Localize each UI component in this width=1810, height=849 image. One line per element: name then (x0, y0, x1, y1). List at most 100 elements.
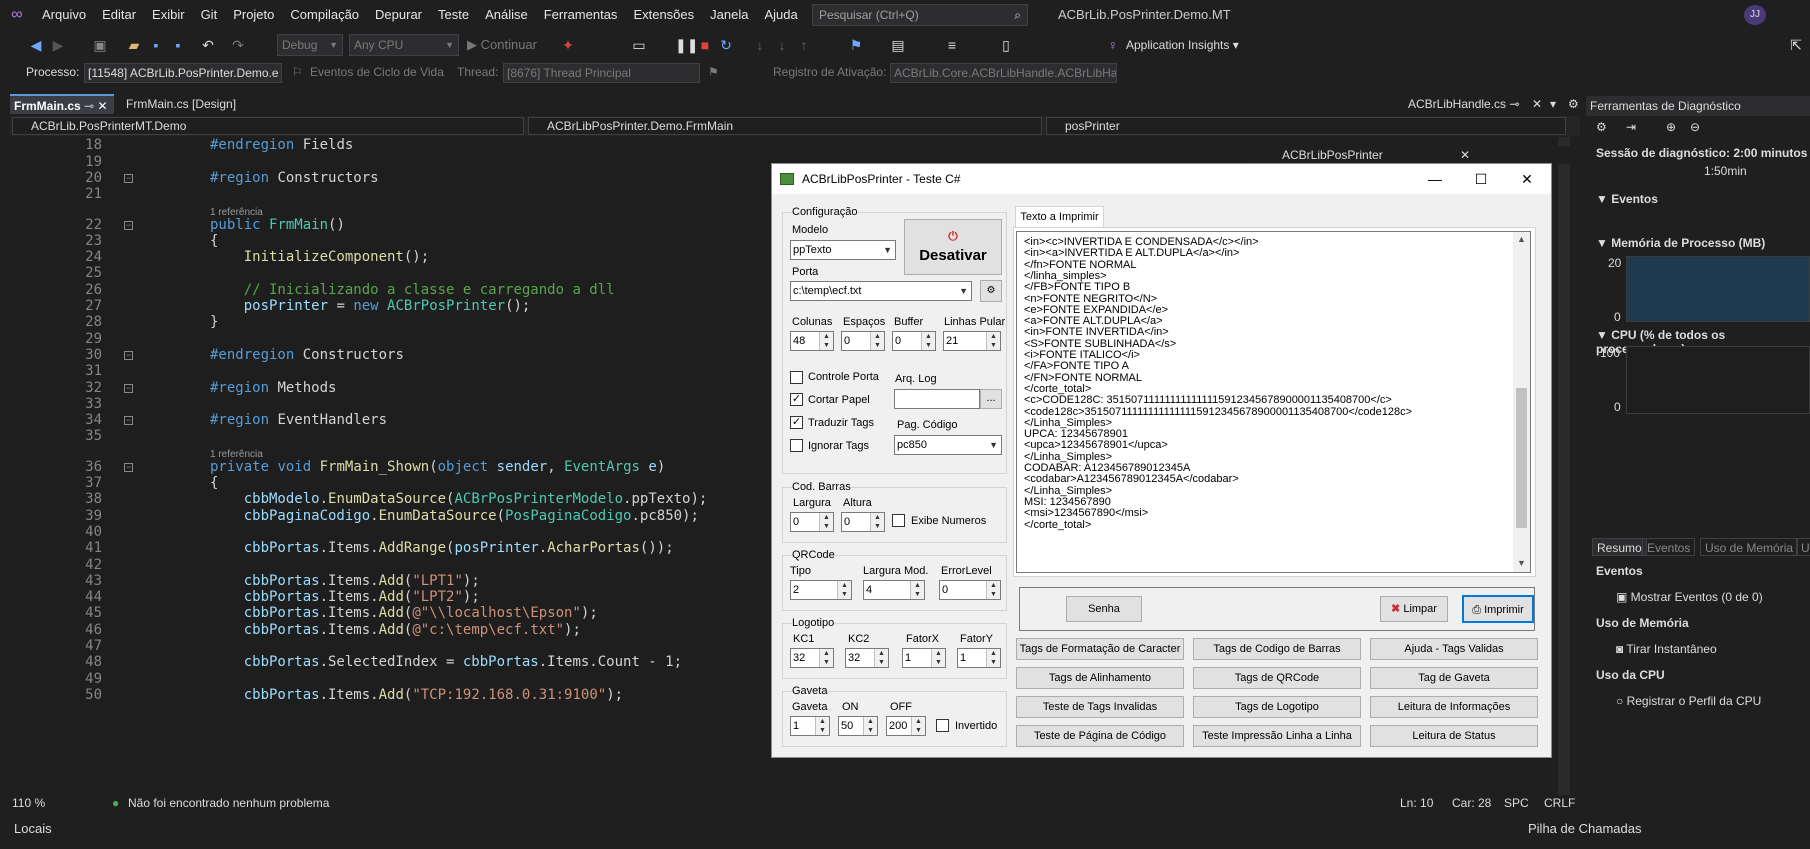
fold-toggle-icon[interactable]: − (124, 220, 133, 230)
memory-chart[interactable] (1626, 256, 1810, 322)
chevron-down-icon[interactable]: ▼ (1517, 558, 1526, 568)
tab-acbrlibhandle[interactable]: ACBrLibHandle.cs ⊸ (1404, 94, 1523, 114)
code-line[interactable]: #region EventHandlers (210, 412, 387, 428)
menu-item[interactable]: Exibir (144, 0, 193, 30)
process-dropdown[interactable]: [11548] ACBrLib.PosPrinter.Demo.e (84, 63, 282, 83)
fold-toggle-icon[interactable]: − (124, 350, 133, 360)
on-spinner[interactable]: 50 ▲ ▼ (838, 716, 878, 736)
menu-item[interactable]: Compilação (282, 0, 367, 30)
buffer-spinner[interactable]: 0 ▲ ▼ (892, 331, 936, 351)
tag-button[interactable]: Teste de Página de Código (1016, 725, 1184, 747)
menu-item[interactable]: Editar (94, 0, 144, 30)
fold-toggle-icon[interactable]: − (124, 383, 133, 393)
lifecycle-label[interactable]: Eventos de Ciclo de Vida (310, 65, 444, 79)
app-insights-button[interactable]: Application Insights ▾ (1126, 34, 1266, 56)
fold-toggle-icon[interactable]: − (124, 416, 133, 426)
config-dropdown[interactable]: Debug ▼ (277, 34, 343, 56)
cortar-papel-checkbox[interactable]: ✓ (790, 393, 803, 406)
code-line[interactable]: cbbPortas.SelectedIndex = cbbPortas.Item… (210, 654, 682, 670)
visual-studio-logo-icon[interactable]: ∞ (0, 0, 34, 30)
code-line[interactable]: { (210, 475, 218, 491)
user-avatar[interactable]: JJ (1744, 5, 1766, 25)
tab-more[interactable]: U (1796, 538, 1810, 556)
zoom-level[interactable]: 110 % (12, 796, 45, 810)
code-line[interactable]: #endregion Fields (210, 137, 353, 153)
class-dropdown[interactable]: ACBrLibPosPrinter.Demo.FrmMain (528, 117, 1042, 135)
show-events-link[interactable]: ▣ Mostrar Eventos (0 de 0) (1616, 590, 1763, 604)
zoom-out-icon[interactable]: ⊖ (1690, 120, 1700, 134)
chevron-down-icon[interactable]: ▾ (1546, 94, 1560, 114)
activation-dropdown[interactable]: ACBrLib.Core.ACBrLibHandle.ACBrLibHar (890, 63, 1117, 83)
back-icon[interactable]: ◀ (26, 34, 46, 56)
code-line[interactable]: #region Methods (210, 380, 336, 396)
screen-icon[interactable]: ▭ (629, 34, 649, 56)
porta-combo[interactable]: c:\temp\ecf.txt ▼ (790, 281, 972, 301)
align-icon[interactable]: ≡ (942, 34, 962, 56)
maximize-icon[interactable]: ☐ (1458, 164, 1504, 194)
ignorar-tags-checkbox[interactable] (790, 439, 803, 452)
menu-item[interactable]: Ajuda (756, 0, 805, 30)
export-icon[interactable]: ⇥ (1626, 120, 1636, 134)
spin-arrows-icon[interactable]: ▲ ▼ (870, 332, 884, 350)
code-line[interactable]: cbbPortas.Items.Add(@"c:\temp\ecf.txt"); (210, 622, 581, 638)
pag-codigo-combo[interactable]: pc850 ▼ (894, 435, 1002, 455)
kc1-spinner[interactable]: 32 ▲ ▼ (790, 648, 834, 668)
qrcode-tipo-spinner[interactable]: 2 ▲ ▼ (790, 580, 852, 600)
tag-button[interactable]: Leitura de Status (1370, 725, 1538, 747)
tag-button[interactable]: Tags de Alinhamento (1016, 667, 1184, 689)
new-project-icon[interactable]: ▣ (90, 34, 110, 56)
minimize-icon[interactable]: — (1412, 164, 1458, 194)
menu-item[interactable]: Git (193, 0, 226, 30)
forward-icon[interactable]: ▶ (48, 34, 68, 56)
text-to-print-area[interactable]: <in><c>INVERTIDA E CONDENSADA</c></in> <i… (1016, 231, 1531, 573)
menu-item[interactable]: Teste (430, 0, 477, 30)
tag-button[interactable]: Tags de Logotipo (1193, 696, 1361, 718)
problems-status[interactable]: Não foi encontrado nenhum problema (128, 796, 329, 810)
code-line[interactable]: // Inicializando a classe e carregando a… (210, 282, 615, 298)
spin-arrows-icon[interactable]: ▲ ▼ (819, 332, 833, 350)
code-line[interactable]: cbbModelo.EnumDataSource(ACBrPosPrinterM… (210, 491, 708, 507)
spin-arrows-icon[interactable]: ▲ ▼ (986, 581, 1000, 599)
imprimir-button[interactable]: ⎙ Imprimir (1462, 595, 1534, 623)
altura-spinner[interactable]: 0 ▲ ▼ (841, 512, 885, 532)
modelo-combo[interactable]: ppTexto ▼ (790, 240, 896, 260)
limpar-button[interactable]: ✖ Limpar (1380, 596, 1448, 622)
fold-toggle-icon[interactable]: − (124, 462, 133, 472)
close-icon[interactable]: ✕ (1528, 94, 1546, 114)
controle-porta-checkbox[interactable] (790, 371, 803, 384)
gaveta-spinner[interactable]: 1 ▲ ▼ (790, 716, 830, 736)
tag-button[interactable]: Tags de QRCode (1193, 667, 1361, 689)
code-line[interactable]: #endregion Constructors (210, 347, 404, 363)
port-settings-button[interactable]: ⚙ (980, 280, 1002, 302)
tab-memory-usage[interactable]: Uso de Memória (1700, 538, 1799, 556)
settings-icon[interactable]: ⚙ (1596, 120, 1616, 134)
gear-icon[interactable]: ⚙ (1564, 94, 1583, 114)
scroll-thumb[interactable] (1516, 388, 1527, 528)
tab-events[interactable]: Eventos (1642, 538, 1696, 556)
project-dropdown[interactable]: ACBrLib.PosPrinterMT.Demo (12, 117, 524, 135)
menu-item[interactable]: Janela (702, 0, 756, 30)
colunas-spinner[interactable]: 48 ▲ ▼ (790, 331, 834, 351)
snapshot-link[interactable]: ◙ Tirar Instantâneo (1616, 642, 1717, 656)
code-line[interactable]: cbbPaginaCodigo.EnumDataSource(PosPagina… (210, 508, 699, 524)
spin-arrows-icon[interactable]: ▲ ▼ (931, 649, 945, 667)
fatory-spinner[interactable]: 1 ▲ ▼ (957, 648, 1001, 668)
off-spinner[interactable]: 200 ▲ ▼ (886, 716, 926, 736)
flag-icon[interactable]: ⚑ (708, 65, 719, 79)
code-line[interactable]: { (210, 233, 218, 249)
code-line[interactable]: } (210, 314, 218, 330)
menu-item[interactable]: Projeto (225, 0, 282, 30)
lightbulb-icon[interactable]: ♀ (1103, 34, 1123, 56)
spin-arrows-icon[interactable]: ▲ ▼ (874, 649, 888, 667)
spin-arrows-icon[interactable]: ▲ ▼ (910, 581, 924, 599)
code-line[interactable]: cbbPortas.Items.Add(@"\\localhost\Epson"… (210, 605, 598, 621)
error-level-spinner[interactable]: 0 ▲ ▼ (939, 580, 1001, 600)
code-line[interactable]: posPrinter = new ACBrPosPrinter(); (210, 298, 531, 314)
code-line[interactable]: cbbPortas.Items.AddRange(posPrinter.Acha… (210, 540, 674, 556)
member-dropdown[interactable]: posPrinter (1046, 117, 1566, 135)
code-line[interactable]: cbbPortas.Items.Add("TCP:192.168.0.31:91… (210, 687, 623, 703)
tab-frmmain-design[interactable]: FrmMain.cs [Design] (122, 94, 240, 114)
pause-icon[interactable]: ❚❚ (675, 34, 698, 56)
spin-arrows-icon[interactable]: ▲ ▼ (819, 649, 833, 667)
desativar-button[interactable]: ⏻ Desativar (904, 219, 1002, 275)
